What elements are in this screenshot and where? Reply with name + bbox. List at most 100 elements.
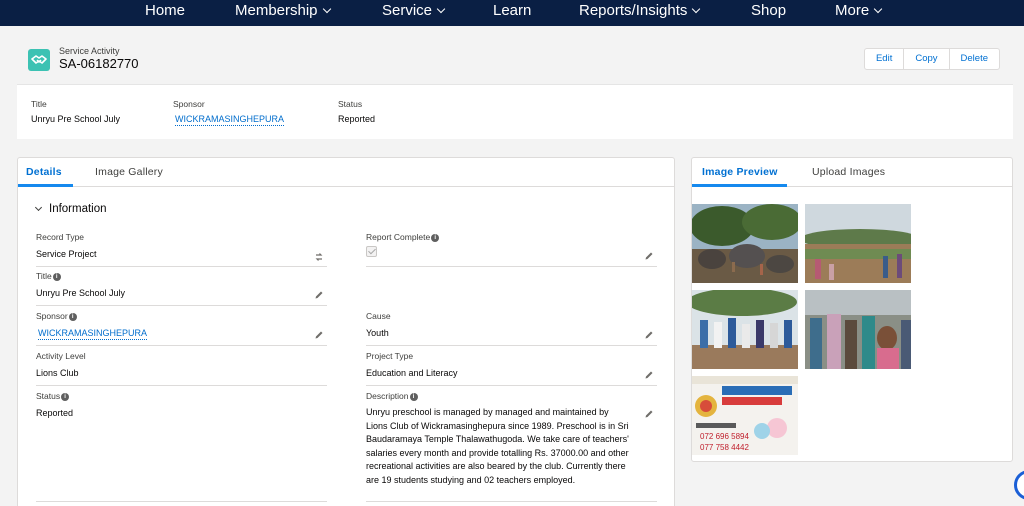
field-label: Status i	[36, 391, 327, 401]
nav-learn[interactable]: Learn	[493, 2, 531, 20]
field-title: Title i Unryu Pre School July	[36, 271, 327, 306]
image-thumbnail-people[interactable]	[805, 290, 911, 369]
edit-button[interactable]: Edit	[865, 49, 905, 69]
sponsor-link-text: WICKRAMASINGHEPURA	[38, 328, 148, 340]
field-label-text: Status	[36, 391, 61, 401]
field-divider	[366, 345, 657, 346]
field-description: Description i Unryu preschool is managed …	[366, 391, 657, 502]
image-thumbnail-elephants[interactable]	[692, 204, 798, 283]
chevron-down-icon	[873, 4, 883, 14]
record-actions: Edit Copy Delete	[863, 48, 1000, 70]
field-value: Reported	[36, 408, 74, 418]
field-value: Unryu Pre School July	[36, 288, 126, 298]
tab-upload-images[interactable]: Upload Images	[812, 166, 885, 178]
info-icon[interactable]: i	[409, 393, 418, 401]
pencil-icon[interactable]	[644, 409, 654, 419]
field-label: Report Complete i	[366, 232, 657, 242]
field-activity-level: Activity Level Lions Club	[36, 351, 327, 386]
report-complete-checkbox	[366, 246, 377, 257]
image-thumbnail-field[interactable]	[805, 204, 911, 283]
tab-image-preview[interactable]: Image Preview	[702, 166, 778, 178]
record-header: Service Activity SA-06182770 Edit Copy D…	[17, 37, 1013, 84]
pencil-icon[interactable]	[314, 290, 324, 300]
field-label: Description i	[366, 391, 657, 401]
field-divider	[366, 385, 657, 386]
field-label: Record Type	[36, 232, 85, 242]
field-label: Title i	[36, 271, 327, 281]
field-report-complete: Report Complete i	[366, 232, 657, 267]
nav-service-label: Service	[382, 2, 433, 19]
sponsor-link[interactable]: WICKRAMASINGHEPURA	[36, 326, 327, 340]
information-section-toggle[interactable]: Information	[34, 203, 107, 215]
highlight-sponsor-link[interactable]: WICKRAMASINGHEPURA	[175, 114, 285, 126]
field-label: Project Type	[366, 351, 414, 361]
field-divider	[36, 345, 327, 346]
nav-home-label: Home	[145, 2, 186, 19]
nav-more-label: More	[835, 2, 870, 19]
info-icon[interactable]: i	[68, 313, 77, 321]
record-type-label: Service Activity	[59, 46, 120, 56]
help-button[interactable]	[1014, 470, 1024, 500]
highlight-title-value: Unryu Pre School July	[31, 114, 121, 124]
info-icon[interactable]: i	[61, 393, 70, 401]
image-tabs: Image Preview Upload Images	[692, 158, 1012, 187]
field-divider	[366, 501, 657, 502]
field-record-type: Record Type Service Project	[36, 232, 327, 267]
top-navigation-bar: Home Membership Service Learn Reports/In…	[0, 0, 1024, 26]
delete-button[interactable]: Delete	[950, 49, 999, 69]
chevron-down-icon	[692, 4, 701, 14]
chevron-down-icon	[436, 4, 446, 14]
field-label-text: Sponsor	[36, 311, 68, 321]
field-value: Service Project	[36, 249, 97, 259]
nav-home[interactable]: Home	[145, 2, 185, 20]
pencil-icon[interactable]	[644, 251, 654, 261]
nav-service[interactable]: Service	[382, 2, 446, 20]
nav-reports-label: Reports/Insights	[579, 2, 688, 19]
field-status: Status i Reported	[36, 391, 327, 502]
nav-reports-insights[interactable]: Reports/Insights	[579, 2, 701, 20]
field-divider	[36, 266, 327, 267]
field-divider	[36, 501, 327, 502]
image-panel: Image Preview Upload Images 072 696 5894…	[691, 157, 1013, 462]
field-project-type: Project Type Education and Literacy	[366, 351, 657, 386]
chevron-down-icon	[322, 4, 331, 14]
info-icon[interactable]: i	[52, 273, 61, 281]
field-value: Lions Club	[36, 368, 79, 378]
highlight-status-label: Status	[338, 99, 363, 109]
copy-button[interactable]: Copy	[904, 49, 950, 69]
nav-membership[interactable]: Membership	[235, 2, 331, 20]
field-sponsor: Sponsor i WICKRAMASINGHEPURA	[36, 311, 327, 346]
field-value	[366, 246, 657, 261]
change-record-type-icon[interactable]	[314, 252, 324, 262]
field-divider	[36, 385, 327, 386]
details-tabs: Details Image Gallery	[18, 158, 674, 187]
nav-learn-label: Learn	[493, 2, 532, 19]
banner-phone-1: 072 696 5894	[700, 432, 749, 441]
nav-shop[interactable]: Shop	[751, 2, 786, 20]
highlights-panel: Title Unryu Pre School July Sponsor WICK…	[17, 84, 1013, 139]
field-value: Youth	[366, 328, 389, 338]
section-title: Information	[49, 203, 107, 215]
highlight-sponsor-label: Sponsor	[173, 99, 205, 109]
active-tab-indicator	[18, 184, 73, 187]
field-cause: Cause Youth	[366, 311, 657, 346]
image-thumbnail-crowd[interactable]	[692, 290, 798, 369]
field-label: Sponsor i	[36, 311, 327, 321]
nav-shop-label: Shop	[751, 2, 787, 19]
field-label: Cause	[366, 311, 391, 321]
tab-image-gallery[interactable]: Image Gallery	[95, 166, 163, 178]
field-divider	[366, 266, 657, 267]
pencil-icon[interactable]	[644, 330, 654, 340]
pencil-icon[interactable]	[644, 370, 654, 380]
info-icon[interactable]: i	[431, 234, 440, 242]
tab-details[interactable]: Details	[26, 166, 62, 178]
nav-more[interactable]: More	[835, 2, 883, 20]
pencil-icon[interactable]	[314, 330, 324, 340]
field-label-text: Title	[36, 271, 52, 281]
sponsor-link-text: WICKRAMASINGHEPURA	[175, 114, 285, 126]
record-name: SA-06182770	[59, 56, 139, 71]
chevron-down-icon	[34, 203, 43, 212]
highlight-status-value: Reported	[338, 114, 376, 124]
highlight-title-label: Title	[31, 99, 47, 109]
image-thumbnail-banner[interactable]: 072 696 5894 077 758 4442	[692, 376, 798, 455]
